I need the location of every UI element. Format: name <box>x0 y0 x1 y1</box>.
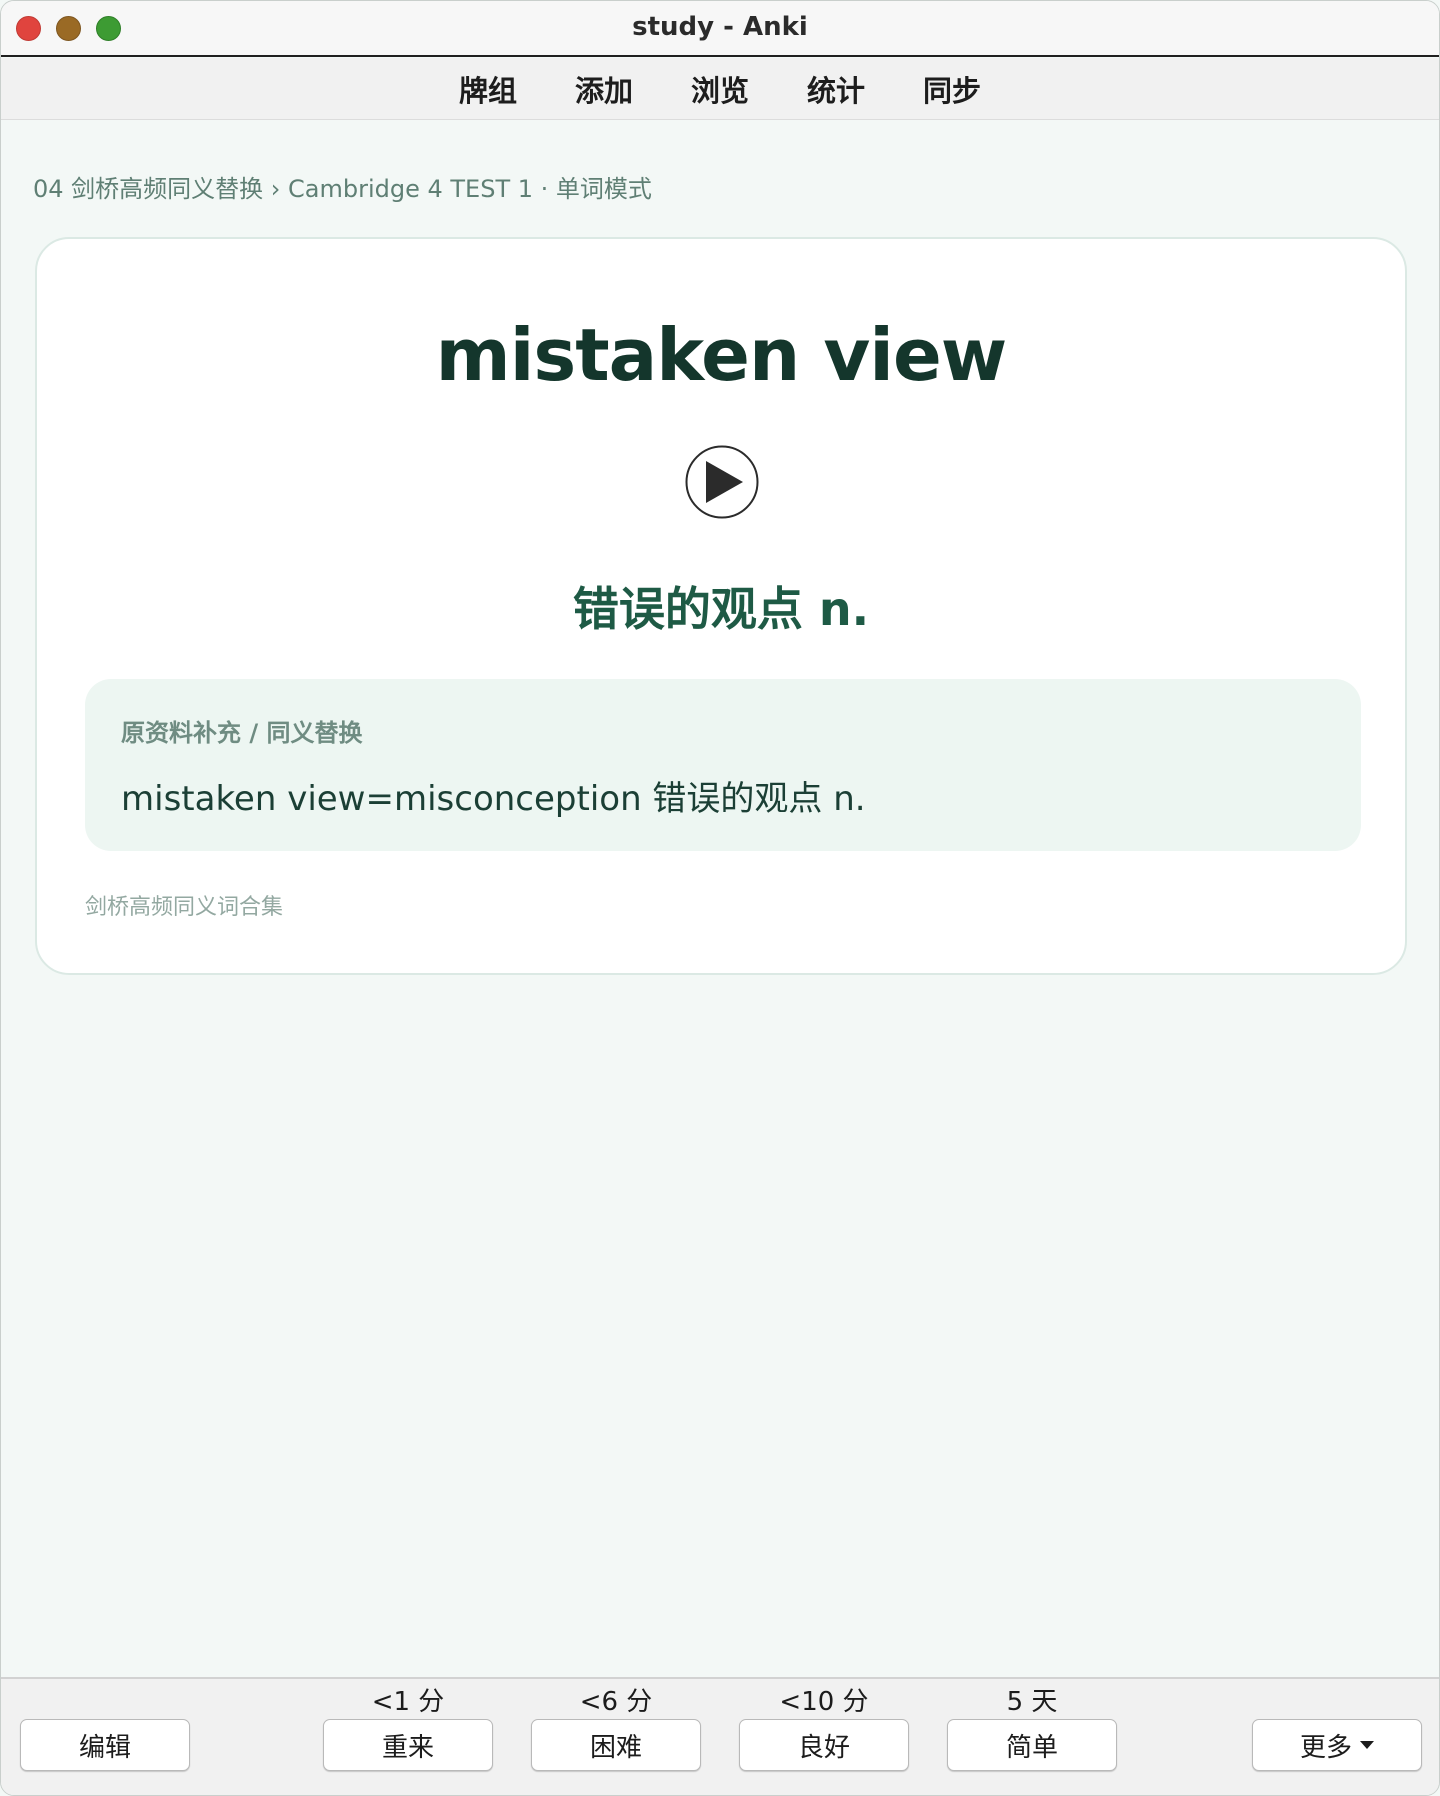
hard-button[interactable]: 困难 <box>531 1719 701 1771</box>
again-button[interactable]: 重来 <box>323 1719 493 1771</box>
edit-button[interactable]: 编辑 <box>20 1719 190 1771</box>
hard-interval: <6 分 <box>579 1687 653 1717</box>
again-interval: <1 分 <box>371 1687 445 1717</box>
card-meaning: 错误的观点 n. <box>572 582 870 636</box>
anki-window: study - Anki 牌组 添加 浏览 统计 同步 04 剑桥高频同义替换 … <box>0 0 1440 1796</box>
more-label: 更多 <box>1299 1732 1352 1763</box>
toolbar-add[interactable]: 添加 <box>575 68 633 110</box>
toolbar-sync[interactable]: 同步 <box>923 68 981 110</box>
answer-bar: 编辑 <1 分 重来 <6 分 困难 <10 分 良好 5 天 简单 更多 <box>1 1677 1439 1795</box>
review-card: mistaken view 错误的观点 n. 原资料补充 / 同义替换 mist… <box>35 237 1407 975</box>
easy-button[interactable]: 简单 <box>947 1719 1117 1771</box>
toolbar-decks[interactable]: 牌组 <box>459 68 517 110</box>
toolbar-browse[interactable]: 浏览 <box>691 68 749 110</box>
play-icon[interactable] <box>685 445 759 519</box>
good-interval: <10 分 <box>779 1687 869 1717</box>
window-title: study - Anki <box>632 12 808 42</box>
title-bar: study - Anki <box>1 1 1439 57</box>
deck-breadcrumb: 04 剑桥高频同义替换 › Cambridge 4 TEST 1 · 单词模式 <box>33 175 652 203</box>
card-word: mistaken view <box>435 313 1008 397</box>
more-button[interactable]: 更多 <box>1252 1719 1422 1771</box>
chevron-down-icon <box>1360 1741 1374 1749</box>
supplement-label: 原资料补充 / 同义替换 <box>121 719 363 747</box>
card-source: 剑桥高频同义词合集 <box>85 895 284 920</box>
main-toolbar: 牌组 添加 浏览 统计 同步 <box>1 58 1439 120</box>
toolbar-stats[interactable]: 统计 <box>807 68 865 110</box>
easy-interval: 5 天 <box>1006 1687 1058 1717</box>
supplement-box: 原资料补充 / 同义替换 mistaken view=misconception… <box>85 679 1361 851</box>
good-button[interactable]: 良好 <box>739 1719 909 1771</box>
supplement-text: mistaken view=misconception 错误的观点 n. <box>121 779 866 819</box>
